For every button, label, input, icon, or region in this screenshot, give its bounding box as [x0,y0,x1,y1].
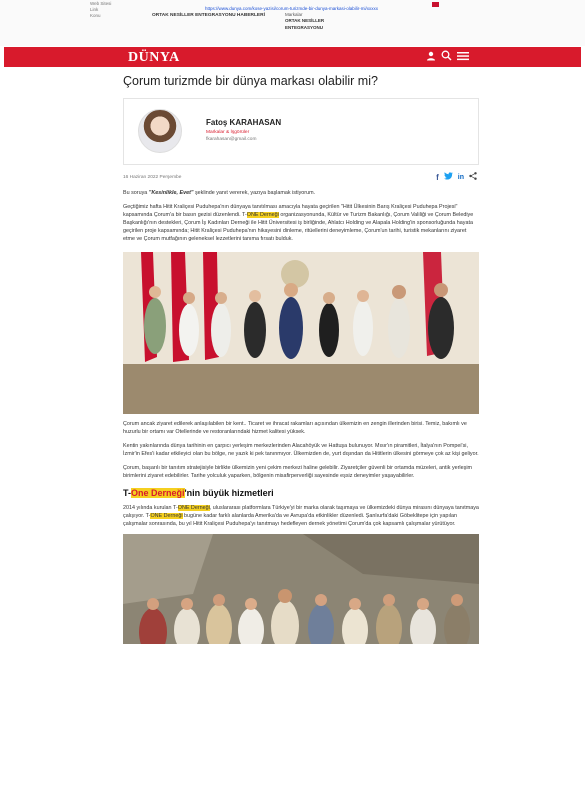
clip-row-key: Web Sitesi [90,1,112,6]
highlighted-term: ONE Derneği [246,212,279,219]
clipping-header: Web Sitesi Link Konu https://www.dunya.c… [0,0,585,46]
facebook-icon[interactable]: f [436,173,439,183]
clipping-headline: ORTAK NESİLLER ENTEGRASYONU HABERLERİ [152,13,265,18]
highlighted-term: ONE Derneği [177,505,210,512]
paragraph-6: 2014 yılında kurulan T-ONE Derneği, ulus… [123,504,479,528]
header-icons [426,50,469,61]
group-photo-flags [123,251,479,414]
search-icon[interactable] [441,50,452,61]
menu-icon[interactable] [457,51,469,61]
author-name[interactable]: Fatoş KARAHASAN [206,118,281,127]
paragraph-2: Geçtiğimiz hafta Hitit Kraliçesi Puduhep… [123,203,479,243]
linkedin-icon[interactable]: in [458,173,464,183]
heading-text: T- [123,488,131,499]
group-photo-costumes [123,534,479,645]
paragraph-3: Çorum ancak ziyaret edilerek anlaşılabil… [123,420,467,435]
paragraph-5: Çorum, başarılı bir tanıtım stratejisiyl… [123,464,473,480]
publish-date: 16 Haziran 2022 Perşembe [123,175,182,180]
article: Çorum turizmde bir dünya markası olabili… [123,73,479,645]
clip-row-key: Konu [90,13,101,18]
clip-row-link: Link [90,7,152,12]
category-value-1: ORTAK NESİLLER [285,18,325,24]
paragraph-text: şeklinde yanıt vererek, yazıya başlamak … [193,190,316,196]
site-header-bar: DÜNYA [4,47,581,67]
clip-row-site: Web Sitesi [90,1,152,6]
paragraph-4: Kentin yakınlarında dünya tarihinin en ç… [123,442,479,457]
paragraph-1: Bu soruya "Kesinlikle, Evet" şeklinde ya… [123,189,479,197]
category-value-2: ENTEGRASYONU [285,24,324,30]
highlighted-term: ONE Derneği [150,513,183,520]
author-email[interactable]: fkarahasan@gmail.com [206,137,256,142]
article-title: Çorum turizmde bir dünya markası olabili… [123,74,378,88]
section-heading: T-One Derneği'nin büyük hizmetleri [123,488,479,499]
author-card[interactable]: Fatoş KARAHASAN Markalar & İşgörüler fka… [123,98,479,165]
emphasis-text: "Kesinlikle, Evet" [148,190,194,196]
highlighted-term: One Derneği [131,488,185,499]
flag-icon [432,2,439,7]
twitter-icon[interactable] [443,172,453,183]
clip-row-key: Link [90,7,99,12]
article-meta: 16 Haziran 2022 Perşembe f in [123,171,479,185]
author-role: Markalar & İşgörüler [206,130,250,135]
heading-text: 'nin büyük hizmetleri [184,488,274,499]
clip-row-topic: Konu [90,13,152,18]
paragraph-text: Bu soruya [123,190,149,196]
share-icon[interactable] [469,172,477,183]
user-icon[interactable] [426,51,436,61]
author-avatar [138,109,182,153]
site-logo[interactable]: DÜNYA [128,50,180,66]
clipping-category: Markalar ORTAK NESİLLER ENTEGRASYONU [285,12,324,31]
source-url-link[interactable]: https://www.dunya.com/kose-yazisi/corum-… [205,6,378,11]
share-bar: f in [436,172,477,183]
paragraph-text: 2014 yılında kurulan T- [123,505,178,512]
